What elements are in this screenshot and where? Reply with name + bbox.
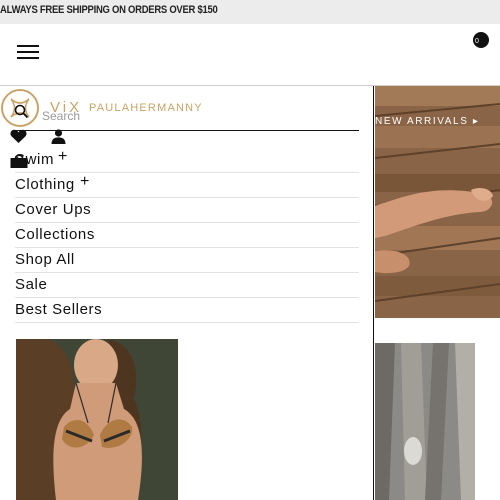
- nav-item-label: Best Sellers: [15, 301, 103, 318]
- hamburger-menu-icon[interactable]: [17, 44, 39, 60]
- nav-item-swim[interactable]: Swim +: [15, 148, 359, 173]
- nav-item-label: Cover Ups: [15, 201, 92, 218]
- nav-item-label: Clothing: [15, 176, 75, 193]
- expand-swim-icon[interactable]: +: [58, 148, 67, 166]
- user-icon[interactable]: [51, 129, 66, 144]
- nav-item-label: Shop All: [15, 251, 75, 268]
- nav-item-clothing[interactable]: Clothing +: [15, 173, 359, 198]
- nav-item-label: Swim: [15, 151, 55, 168]
- nav-item-collections[interactable]: Collections: [15, 223, 359, 248]
- expand-clothing-icon[interactable]: +: [80, 173, 89, 191]
- promo-text: ALWAYS FREE SHIPPING ON ORDERS OVER $150: [0, 4, 218, 16]
- heart-icon[interactable]: [10, 129, 27, 144]
- nav-item-label: Collections: [15, 226, 95, 243]
- nav-item-cover-ups[interactable]: Cover Ups: [15, 198, 359, 223]
- cart-count: 0: [475, 38, 479, 45]
- promo-bar: ALWAYS FREE SHIPPING ON ORDERS OVER $150: [0, 0, 500, 24]
- nav-item-shop-all[interactable]: Shop All: [15, 248, 359, 273]
- search-icon[interactable]: [14, 104, 29, 119]
- new-arrivals-link[interactable]: NEW ARRIVALS ▸: [375, 116, 479, 127]
- nav-item-label: Sale: [15, 276, 48, 293]
- featured-product-image[interactable]: [16, 339, 178, 500]
- search-input[interactable]: [42, 108, 357, 124]
- nav-item-sale[interactable]: Sale: [15, 273, 359, 298]
- product-image-secondary[interactable]: [375, 343, 475, 500]
- nav-item-best-sellers[interactable]: Best Sellers: [15, 298, 359, 323]
- search-underline: [15, 130, 359, 131]
